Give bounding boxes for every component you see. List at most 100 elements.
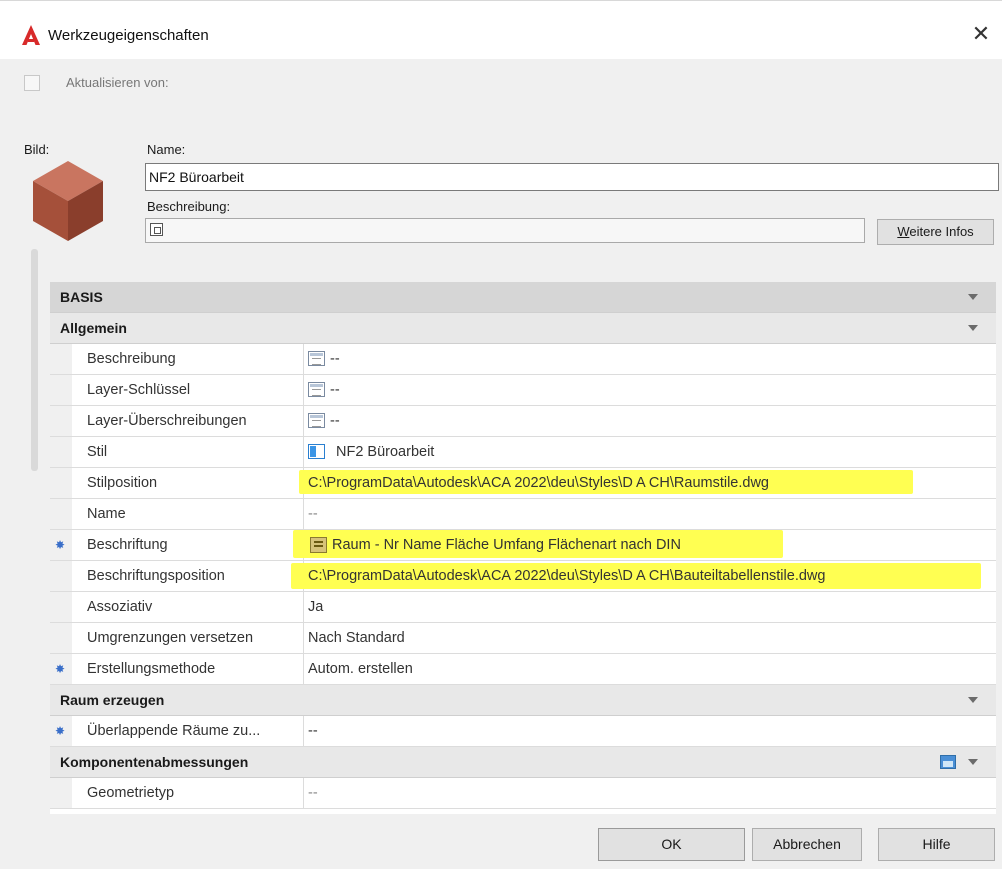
row-gutter	[50, 499, 72, 529]
property-value: Nach Standard	[308, 630, 405, 646]
property-value-cell[interactable]: Ja	[305, 592, 996, 622]
image-label: Bild:	[24, 142, 50, 157]
property-name-cell: Überlappende Räume zu...	[72, 716, 304, 746]
category-label: BASIS	[60, 289, 103, 305]
category-label: Raum erzeugen	[60, 692, 165, 708]
more-info-button[interactable]: Weitere Infos	[877, 219, 994, 245]
property-name-cell: Stil	[72, 437, 304, 467]
property-name: Beschriftung	[87, 537, 168, 553]
property-row-associative[interactable]: Assoziativ Ja	[50, 592, 996, 623]
property-row-label-location[interactable]: Beschriftungsposition C:\ProgramData\Aut…	[50, 561, 996, 592]
list-icon[interactable]	[308, 413, 325, 428]
autodesk-app-icon	[22, 25, 40, 45]
property-name: Layer-Überschreibungen	[87, 413, 247, 429]
property-name-cell: Umgrenzungen versetzen	[72, 623, 304, 653]
category-label: Allgemein	[60, 320, 127, 336]
property-row-name[interactable]: Name --	[50, 499, 996, 530]
property-name-cell: Stilposition	[72, 468, 304, 498]
property-value-cell[interactable]: --	[305, 344, 996, 374]
property-value-cell[interactable]: --	[305, 716, 996, 746]
chevron-down-icon[interactable]	[968, 294, 978, 300]
property-row-layer-overrides[interactable]: Layer-Überschreibungen --	[50, 406, 996, 437]
property-name: Beschreibung	[87, 351, 176, 367]
row-gutter: ✸	[50, 716, 72, 746]
property-name: Geometrietyp	[87, 785, 175, 801]
chevron-down-icon[interactable]	[968, 697, 978, 703]
close-button[interactable]: ✕	[966, 19, 996, 49]
property-name: Stilposition	[87, 475, 158, 491]
property-value-cell[interactable]: Nach Standard	[305, 623, 996, 653]
category-raum-erzeugen[interactable]: Raum erzeugen	[50, 685, 996, 716]
image-picture-icon[interactable]	[940, 755, 956, 769]
property-value-cell[interactable]: Raum - Nr Name Fläche Umfang Flächenart …	[293, 530, 996, 560]
row-gutter: ✸	[50, 654, 72, 684]
row-gutter	[50, 778, 72, 808]
property-name: Umgrenzungen versetzen	[87, 630, 254, 646]
more-info-mnemonic: W	[897, 224, 910, 239]
property-name: Stil	[87, 444, 108, 460]
property-row-geometry-type[interactable]: Geometrietyp --	[50, 778, 996, 809]
row-gutter	[50, 592, 72, 622]
cube-icon[interactable]	[33, 161, 103, 241]
gear-icon: ✸	[54, 538, 66, 552]
update-from-label: Aktualisieren von:	[66, 75, 169, 90]
name-label: Name:	[147, 142, 186, 157]
property-name-cell: Name	[72, 499, 304, 529]
property-value-cell[interactable]: --	[305, 406, 996, 436]
property-name: Layer-Schlüssel	[87, 382, 191, 398]
close-icon: ✕	[971, 21, 991, 46]
category-basis[interactable]: BASIS	[50, 282, 996, 313]
help-button[interactable]: Hilfe	[878, 828, 995, 861]
category-komponentenabmessungen[interactable]: Komponentenabmessungen	[50, 747, 996, 778]
row-gutter	[50, 561, 72, 591]
property-row-label[interactable]: ✸ Beschriftung Raum - Nr Name Fläche Umf…	[50, 530, 996, 561]
left-scrollbar-thumb[interactable]	[31, 249, 38, 471]
property-row-offset-boundaries[interactable]: Umgrenzungen versetzen Nach Standard	[50, 623, 996, 654]
property-value-cell[interactable]: --	[305, 375, 996, 405]
edit-description-icon[interactable]	[150, 223, 163, 236]
property-row-layer-key[interactable]: Layer-Schlüssel --	[50, 375, 996, 406]
property-row-overlapping-spaces[interactable]: ✸ Überlappende Räume zu... --	[50, 716, 996, 747]
description-field[interactable]	[145, 218, 865, 243]
update-from-checkbox[interactable]	[24, 75, 40, 91]
category-label: Komponentenabmessungen	[60, 754, 249, 770]
property-name-cell: Beschriftung	[72, 530, 304, 560]
property-name-cell: Layer-Überschreibungen	[72, 406, 304, 436]
property-value: NF2 Büroarbeit	[336, 444, 435, 460]
property-name-cell: Layer-Schlüssel	[72, 375, 304, 405]
property-value: --	[308, 723, 318, 739]
label-icon	[310, 537, 327, 553]
list-icon[interactable]	[308, 351, 325, 366]
row-gutter	[50, 375, 72, 405]
property-value-cell[interactable]: Autom. erstellen	[305, 654, 996, 684]
window-title: Werkzeugeigenschaften	[48, 27, 209, 44]
property-name-cell: Assoziativ	[72, 592, 304, 622]
property-value: Autom. erstellen	[308, 661, 413, 677]
property-value: C:\ProgramData\Autodesk\ACA 2022\deu\Sty…	[308, 475, 769, 491]
property-row-style[interactable]: Stil NF2 Büroarbeit	[50, 437, 996, 468]
property-row-creation-method[interactable]: ✸ Erstellungsmethode Autom. erstellen	[50, 654, 996, 685]
property-row-style-location[interactable]: Stilposition C:\ProgramData\Autodesk\ACA…	[50, 468, 996, 499]
ok-button[interactable]: OK	[598, 828, 745, 861]
property-name: Assoziativ	[87, 599, 153, 615]
property-value: Ja	[308, 599, 324, 615]
property-value: --	[330, 382, 340, 398]
list-icon[interactable]	[308, 382, 325, 397]
chevron-down-icon[interactable]	[968, 759, 978, 765]
cancel-button[interactable]: Abbrechen	[752, 828, 862, 861]
property-value-cell[interactable]: C:\ProgramData\Autodesk\ACA 2022\deu\Sty…	[291, 561, 996, 591]
chevron-down-icon[interactable]	[968, 325, 978, 331]
property-value-cell[interactable]: C:\ProgramData\Autodesk\ACA 2022\deu\Sty…	[299, 468, 996, 498]
property-value-cell[interactable]: NF2 Büroarbeit	[305, 437, 996, 467]
title-bar: Werkzeugeigenschaften ✕	[0, 1, 1002, 59]
description-label: Beschreibung:	[147, 199, 231, 214]
property-name: Name	[87, 506, 126, 522]
category-allgemein[interactable]: Allgemein	[50, 313, 996, 344]
name-input[interactable]	[145, 163, 999, 191]
property-row-beschreibung[interactable]: Beschreibung --	[50, 344, 996, 375]
property-name-cell: Beschreibung	[72, 344, 304, 374]
property-value: --	[308, 785, 318, 801]
property-value: --	[308, 506, 318, 522]
property-value-cell[interactable]: --	[305, 778, 996, 808]
property-value-cell[interactable]: --	[305, 499, 996, 529]
